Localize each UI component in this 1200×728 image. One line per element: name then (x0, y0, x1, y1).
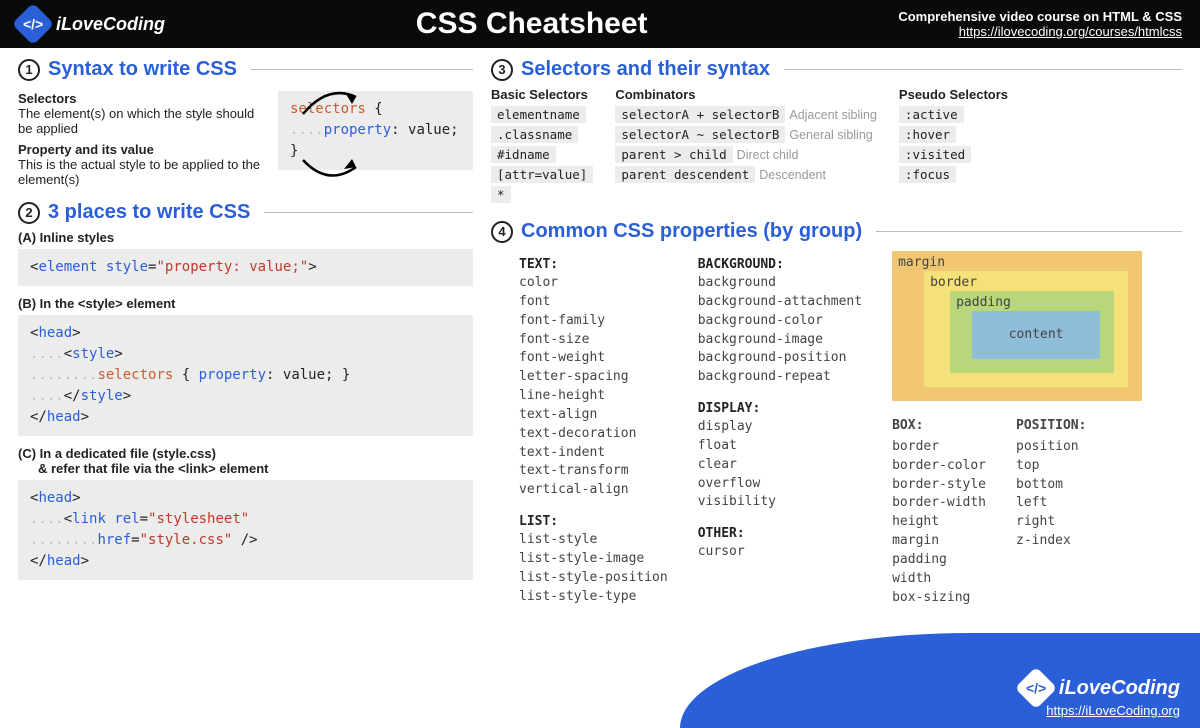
arrow-icon-1 (298, 79, 368, 129)
footer: </> iLoveCoding https://iLoveCoding.org (1021, 673, 1180, 718)
course-info: Comprehensive video course on HTML & CSS… (898, 9, 1182, 39)
chip: [attr=value] (491, 166, 593, 183)
section-2-head: 2 3 places to write CSS (18, 201, 473, 224)
chip: :focus (899, 166, 956, 183)
inline-codebox: <element style="property: value;"> (18, 249, 473, 286)
section-4-title: Common CSS properties (by group) (521, 220, 862, 243)
section-1-title: Syntax to write CSS (48, 58, 237, 81)
header: </> iLoveCoding CSS Cheatsheet Comprehen… (0, 0, 1200, 48)
chip: elementname (491, 106, 586, 123)
box-model-content: content (972, 311, 1100, 359)
list-group-heading: LIST: (519, 514, 668, 529)
style-codebox: <head> ....<style> ........selectors { p… (18, 315, 473, 436)
display-group-heading: DISPLAY: (698, 401, 862, 416)
selectors-desc: The element(s) on which the style should… (18, 106, 268, 136)
footer-brand: iLoveCoding (1059, 677, 1180, 700)
brand-logo: </> iLoveCoding (18, 9, 165, 39)
chip: #idname (491, 146, 556, 163)
pseudo-heading: Pseudo Selectors (899, 87, 1008, 102)
section-4-head: 4 Common CSS properties (by group) (491, 220, 1182, 243)
selectors-heading: Selectors (18, 91, 268, 106)
chip: .classname (491, 126, 578, 143)
course-link[interactable]: https://ilovecoding.org/courses/htmlcss (959, 24, 1182, 39)
section-3-head: 3 Selectors and their syntax (491, 58, 1182, 81)
section-3-title: Selectors and their syntax (521, 58, 770, 81)
section-3-bullet: 3 (491, 59, 513, 81)
box-model-diagram: margin border padding content (892, 251, 1142, 401)
chip: * (491, 186, 511, 203)
chip: selectorA ~ selectorB (615, 126, 785, 143)
chip: selectorA + selectorB (615, 106, 785, 123)
basic-selectors-heading: Basic Selectors (491, 87, 593, 102)
arrow-icon-2 (298, 142, 368, 192)
selectors-table: Basic Selectors elementname .classname #… (491, 87, 1182, 206)
other-group-heading: OTHER: (698, 526, 862, 541)
chip: :hover (899, 126, 956, 143)
properties-groups: TEXT: colorfontfont-familyfont-sizefont-… (491, 251, 1182, 607)
text-group-heading: TEXT: (519, 257, 668, 272)
section-1-head: 1 Syntax to write CSS (18, 58, 473, 81)
file-heading: (C) In a dedicated file (style.css) (18, 446, 473, 461)
propval-heading: Property and its value (18, 142, 268, 157)
position-group-heading: POSITION: (1016, 417, 1086, 436)
style-heading: (B) In the <style> element (18, 296, 473, 311)
bg-group-heading: BACKGROUND: (698, 257, 862, 272)
section-2-bullet: 2 (18, 202, 40, 224)
section-1-bullet: 1 (18, 59, 40, 81)
course-label: Comprehensive video course on HTML & CSS (898, 9, 1182, 24)
file-subheading: & refer that file via the <link> element (18, 461, 473, 476)
section-2-title: 3 places to write CSS (48, 201, 250, 224)
page-title: CSS Cheatsheet (165, 7, 898, 41)
chip: parent descendent (615, 166, 755, 183)
file-codebox: <head> ....<link rel="stylesheet" ......… (18, 480, 473, 580)
section-4-bullet: 4 (491, 221, 513, 243)
chip: :visited (899, 146, 971, 163)
logo-icon: </> (12, 3, 54, 45)
chip: :active (899, 106, 964, 123)
combinators-heading: Combinators (615, 87, 877, 102)
brand-name: iLoveCoding (56, 14, 165, 35)
box-group-heading: BOX: (892, 417, 986, 436)
inline-heading: (A) Inline styles (18, 230, 473, 245)
footer-link[interactable]: https://iLoveCoding.org (1046, 703, 1180, 718)
propval-desc: This is the actual style to be applied t… (18, 157, 268, 187)
footer-logo: </> iLoveCoding (1021, 673, 1180, 703)
chip: parent > child (615, 146, 732, 163)
